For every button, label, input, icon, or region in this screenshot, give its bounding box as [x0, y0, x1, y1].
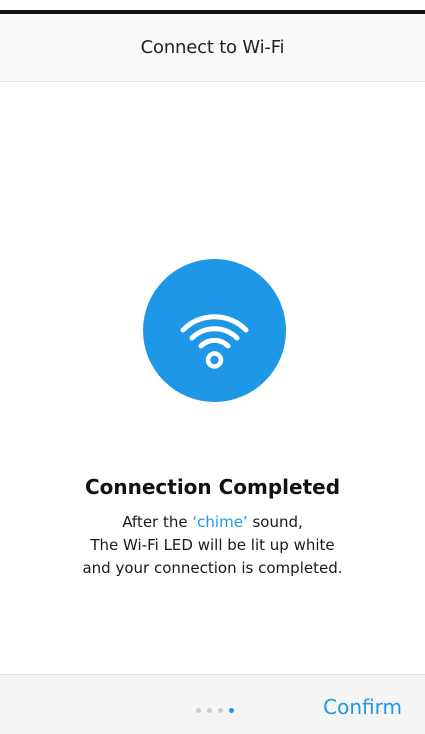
status-description-line-2: The Wi-Fi LED will be lit up white [90, 536, 335, 554]
footer-bar: Confirm [0, 674, 425, 734]
status-description-line-3: and your connection is completed. [82, 559, 343, 577]
desc-text-before: After the [122, 513, 193, 531]
status-bar-edge [0, 0, 425, 14]
page-dot [218, 708, 223, 713]
wifi-status-badge [143, 259, 286, 402]
status-description-line-1: After the ‘chime’ sound, [0, 511, 425, 534]
page-title: Connect to Wi-Fi [140, 37, 285, 58]
status-description: After the ‘chime’ sound, The Wi-Fi LED w… [0, 511, 425, 580]
desc-text-after: sound, [247, 513, 303, 531]
chime-highlight: ‘chime’ [192, 513, 248, 531]
page-dot [207, 708, 212, 713]
confirm-button[interactable]: Confirm [323, 695, 402, 719]
wifi-icon [180, 314, 249, 369]
page-dot-active [229, 708, 234, 713]
status-title: Connection Completed [84, 475, 341, 499]
page-indicator [196, 708, 234, 713]
screen: Connect to Wi-Fi Connection Completed Af… [0, 0, 425, 734]
header: Connect to Wi-Fi [0, 14, 425, 82]
main-content: Connection Completed After the ‘chime’ s… [0, 82, 425, 674]
page-dot [196, 708, 201, 713]
